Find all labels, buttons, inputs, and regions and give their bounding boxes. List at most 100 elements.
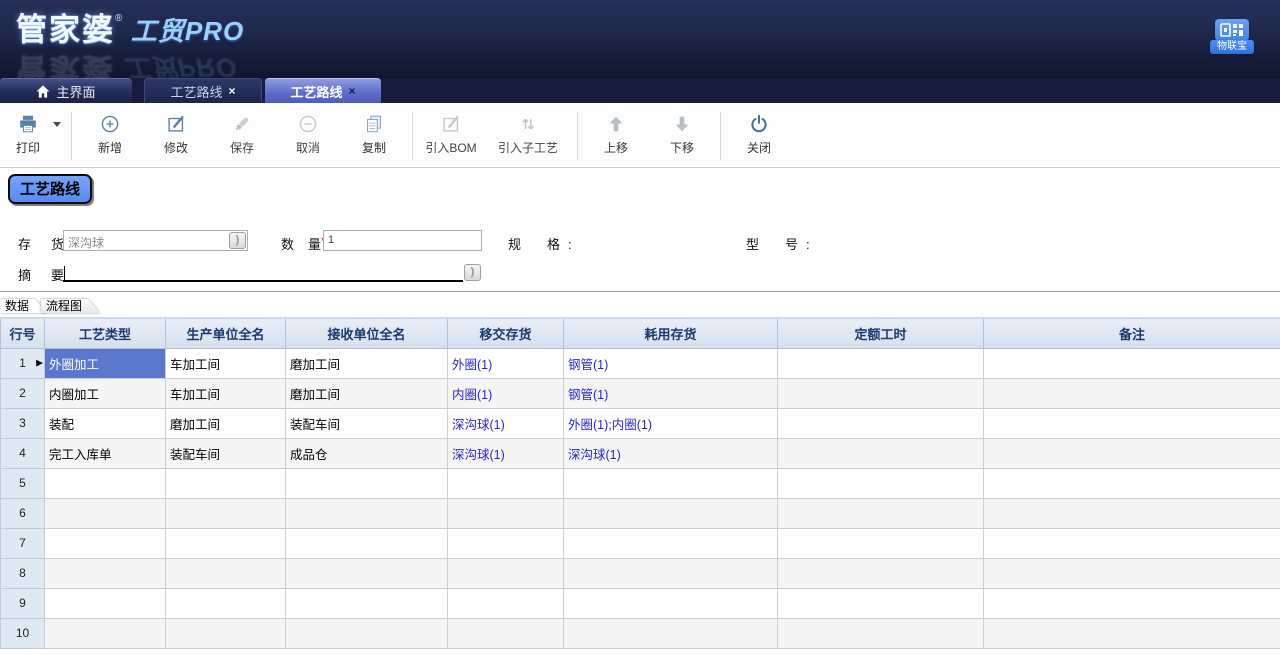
cell-receiving-unit[interactable] xyxy=(286,498,448,528)
cell-quota-hours[interactable] xyxy=(778,498,984,528)
cell-consumed-inventory[interactable]: 钢管(1) xyxy=(564,348,778,378)
cell-remark[interactable] xyxy=(984,618,1280,648)
cell-quota-hours[interactable] xyxy=(778,558,984,588)
cell-receiving-unit[interactable] xyxy=(286,588,448,618)
row-number-cell[interactable]: 9 xyxy=(1,588,45,618)
tab-close-icon[interactable]: × xyxy=(349,84,356,98)
quantity-field[interactable]: 1 xyxy=(323,230,482,251)
cell-quota-hours[interactable] xyxy=(778,378,984,408)
tab-close-icon[interactable]: × xyxy=(229,84,236,98)
cell-production-unit[interactable]: 装配车间 xyxy=(166,438,286,468)
cell-remark[interactable] xyxy=(984,408,1280,438)
tab-data[interactable]: 数据 xyxy=(0,299,47,313)
cell-remark[interactable] xyxy=(984,378,1280,408)
cell-transfer-inventory[interactable]: 深沟球(1) xyxy=(448,408,564,438)
col-header-remark[interactable]: 备注 xyxy=(984,318,1280,348)
print-button[interactable]: 打印 xyxy=(8,112,48,156)
cell-transfer-inventory[interactable] xyxy=(448,618,564,648)
tab-process-route-2-active[interactable]: 工艺路线 × xyxy=(265,78,381,103)
cell-consumed-inventory[interactable] xyxy=(564,468,778,498)
cell-process-type[interactable] xyxy=(45,618,166,648)
cell-process-type[interactable] xyxy=(45,528,166,558)
print-dropdown-button[interactable] xyxy=(48,112,66,127)
cell-consumed-inventory[interactable] xyxy=(564,558,778,588)
cell-transfer-inventory[interactable] xyxy=(448,528,564,558)
tab-process-route-1[interactable]: 工艺路线 × xyxy=(144,78,262,103)
cell-remark[interactable] xyxy=(984,498,1280,528)
cell-quota-hours[interactable] xyxy=(778,438,984,468)
cell-production-unit[interactable]: 车加工间 xyxy=(166,348,286,378)
cell-process-type[interactable] xyxy=(45,468,166,498)
import-bom-button[interactable]: 引入BOM xyxy=(418,112,484,156)
cell-production-unit[interactable] xyxy=(166,498,286,528)
cell-receiving-unit[interactable]: 磨加工间 xyxy=(286,378,448,408)
col-header-receiving-unit[interactable]: 接收单位全名 xyxy=(286,318,448,348)
cell-receiving-unit[interactable] xyxy=(286,618,448,648)
tab-home[interactable]: 主界面 xyxy=(0,78,132,103)
cell-consumed-inventory[interactable]: 钢管(1) xyxy=(564,378,778,408)
row-number-cell[interactable]: 6 xyxy=(1,498,45,528)
row-number-cell[interactable]: 2 xyxy=(1,378,45,408)
cell-remark[interactable] xyxy=(984,528,1280,558)
tab-flowchart[interactable]: 流程图 xyxy=(41,299,100,313)
import-subprocess-button[interactable]: 引入子工艺 xyxy=(484,112,572,156)
cell-transfer-inventory[interactable] xyxy=(448,558,564,588)
cell-remark[interactable] xyxy=(984,588,1280,618)
cell-transfer-inventory[interactable] xyxy=(448,588,564,618)
cell-quota-hours[interactable] xyxy=(778,348,984,378)
cell-receiving-unit[interactable]: 装配车间 xyxy=(286,408,448,438)
cell-receiving-unit[interactable] xyxy=(286,558,448,588)
cell-process-type[interactable] xyxy=(45,588,166,618)
cell-process-type[interactable]: 外圈加工 xyxy=(45,348,166,378)
close-button[interactable]: 关闭 xyxy=(726,112,792,156)
col-header-process-type[interactable]: 工艺类型 xyxy=(45,318,166,348)
cell-remark[interactable] xyxy=(984,348,1280,378)
row-number-cell[interactable]: 10 xyxy=(1,618,45,648)
inventory-lookup-button[interactable]: ) xyxy=(229,232,246,249)
cell-receiving-unit[interactable]: 成品仓 xyxy=(286,438,448,468)
iot-badge-button[interactable]: 物联宝 xyxy=(1210,19,1254,54)
cell-receiving-unit[interactable] xyxy=(286,468,448,498)
col-header-consumed-inventory[interactable]: 耗用存货 xyxy=(564,318,778,348)
cell-production-unit[interactable] xyxy=(166,558,286,588)
row-number-cell[interactable]: 7 xyxy=(1,528,45,558)
cell-production-unit[interactable] xyxy=(166,468,286,498)
inventory-field[interactable]: 深沟球 ) xyxy=(63,230,248,251)
cell-consumed-inventory[interactable] xyxy=(564,528,778,558)
cell-process-type[interactable] xyxy=(45,498,166,528)
cell-quota-hours[interactable] xyxy=(778,618,984,648)
copy-button[interactable]: 复制 xyxy=(341,112,407,156)
cell-production-unit[interactable] xyxy=(166,528,286,558)
col-header-quota-hours[interactable]: 定额工时 xyxy=(778,318,984,348)
cell-quota-hours[interactable] xyxy=(778,468,984,498)
row-number-cell[interactable]: 5 xyxy=(1,468,45,498)
row-number-cell[interactable]: 3 xyxy=(1,408,45,438)
cell-production-unit[interactable]: 磨加工间 xyxy=(166,408,286,438)
cell-consumed-inventory[interactable] xyxy=(564,618,778,648)
edit-button[interactable]: 修改 xyxy=(143,112,209,156)
row-number-cell[interactable]: 1▶ xyxy=(1,348,45,378)
summary-lookup-button[interactable]: ) xyxy=(464,264,481,281)
cell-production-unit[interactable]: 车加工间 xyxy=(166,378,286,408)
cell-quota-hours[interactable] xyxy=(778,588,984,618)
cell-consumed-inventory[interactable]: 外圈(1);内圈(1) xyxy=(564,408,778,438)
cell-remark[interactable] xyxy=(984,558,1280,588)
cell-process-type[interactable]: 装配 xyxy=(45,408,166,438)
save-button[interactable]: 保存 xyxy=(209,112,275,156)
row-number-cell[interactable]: 4 xyxy=(1,438,45,468)
cell-process-type[interactable] xyxy=(45,558,166,588)
cell-process-type[interactable]: 完工入库单 xyxy=(45,438,166,468)
cell-production-unit[interactable] xyxy=(166,588,286,618)
col-header-production-unit[interactable]: 生产单位全名 xyxy=(166,318,286,348)
cell-process-type[interactable]: 内圈加工 xyxy=(45,378,166,408)
cell-transfer-inventory[interactable]: 深沟球(1) xyxy=(448,438,564,468)
cell-consumed-inventory[interactable] xyxy=(564,588,778,618)
move-down-button[interactable]: 下移 xyxy=(649,112,715,156)
cell-production-unit[interactable] xyxy=(166,618,286,648)
add-button[interactable]: 新增 xyxy=(77,112,143,156)
cell-quota-hours[interactable] xyxy=(778,408,984,438)
cell-transfer-inventory[interactable] xyxy=(448,468,564,498)
cell-receiving-unit[interactable]: 磨加工间 xyxy=(286,348,448,378)
cell-remark[interactable] xyxy=(984,438,1280,468)
cell-quota-hours[interactable] xyxy=(778,528,984,558)
